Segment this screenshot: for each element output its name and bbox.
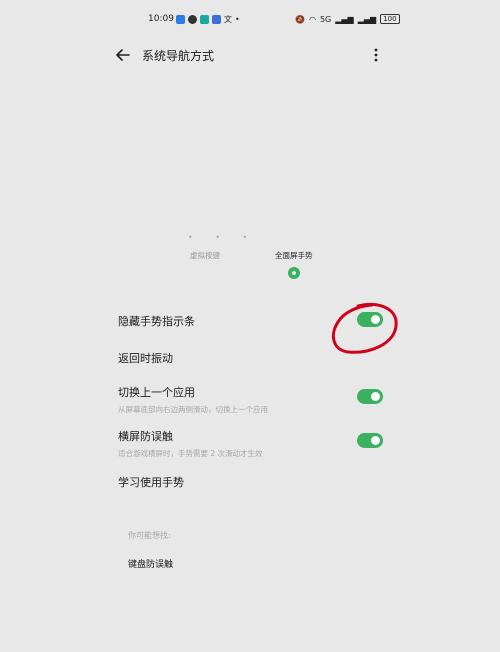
- setting-title: 切换上一个应用: [118, 386, 195, 399]
- suggestion-link-keyboard-anti-mistouch[interactable]: 键盘防误触: [128, 557, 173, 570]
- virtual-keys-preview: • • •: [188, 233, 258, 242]
- system-status-icons: 🔕 ◠ 5G ▂▄▆ ▂▄▆ 100: [295, 14, 400, 24]
- setting-subtitle: 从屏幕底部向右边两侧滑动，切换上一个应用: [118, 405, 268, 414]
- navigation-method-options: • • • 虚拟按键 全面屏手势: [0, 228, 500, 288]
- hide-gesture-bar-toggle[interactable]: [357, 312, 383, 327]
- option-virtual-keys[interactable]: 虚拟按键: [190, 250, 220, 261]
- notification-icons: 文 •: [176, 14, 240, 25]
- page-title: 系统导航方式: [142, 49, 215, 63]
- suggestion-label: 你可能想找:: [128, 531, 171, 540]
- setting-title: 横屏防误触: [118, 430, 173, 443]
- app-notification-icon: [200, 15, 209, 24]
- battery-icon: 100: [380, 14, 400, 24]
- chat-icon: [188, 15, 197, 24]
- more-vertical-icon[interactable]: [370, 46, 382, 64]
- status-bar: 10:09 文 • 🔕 ◠ 5G ▂▄▆ ▂▄▆ 100: [0, 12, 500, 28]
- status-time: 10:09: [148, 14, 174, 24]
- switch-previous-app-toggle[interactable]: [357, 389, 383, 404]
- landscape-anti-mistouch-toggle[interactable]: [357, 433, 383, 448]
- app-notification-icon: [212, 15, 221, 24]
- gesture-radio-selected[interactable]: [288, 267, 300, 279]
- setting-title: 返回时振动: [118, 352, 173, 365]
- app-notification-icon: 文: [224, 15, 232, 24]
- signal-icon: ▂▄▆: [335, 14, 354, 24]
- more-notifications-dot-icon: •: [235, 15, 240, 24]
- option-full-screen-gesture[interactable]: 全面屏手势: [275, 250, 313, 261]
- setting-title: 隐藏手势指示条: [118, 315, 195, 328]
- signal-icon: ▂▄▆: [357, 14, 377, 24]
- signal-badge: 5G: [319, 14, 332, 24]
- toggle-knob: [371, 392, 380, 401]
- toggle-knob: [371, 436, 380, 445]
- arrow-left-icon[interactable]: [114, 46, 132, 64]
- setting-vibrate-on-back[interactable]: 返回时振动: [118, 350, 388, 366]
- setting-landscape-anti-mistouch[interactable]: 横屏防误触 适合游戏横屏时，手势需要 2 次滑动才生效: [118, 428, 388, 459]
- app-bar: 系统导航方式: [0, 44, 500, 68]
- mute-icon: 🔕: [295, 14, 305, 24]
- wifi-icon: ◠: [308, 14, 316, 24]
- setting-title: 学习使用手势: [118, 476, 184, 489]
- setting-switch-previous-app[interactable]: 切换上一个应用 从屏幕底部向右边两侧滑动，切换上一个应用: [118, 384, 388, 415]
- app-notification-icon: [176, 15, 185, 24]
- setting-subtitle: 适合游戏横屏时，手势需要 2 次滑动才生效: [118, 449, 263, 458]
- toggle-knob: [371, 315, 380, 324]
- setting-learn-gestures[interactable]: 学习使用手势: [118, 474, 388, 490]
- setting-hide-gesture-bar[interactable]: 隐藏手势指示条: [118, 313, 388, 329]
